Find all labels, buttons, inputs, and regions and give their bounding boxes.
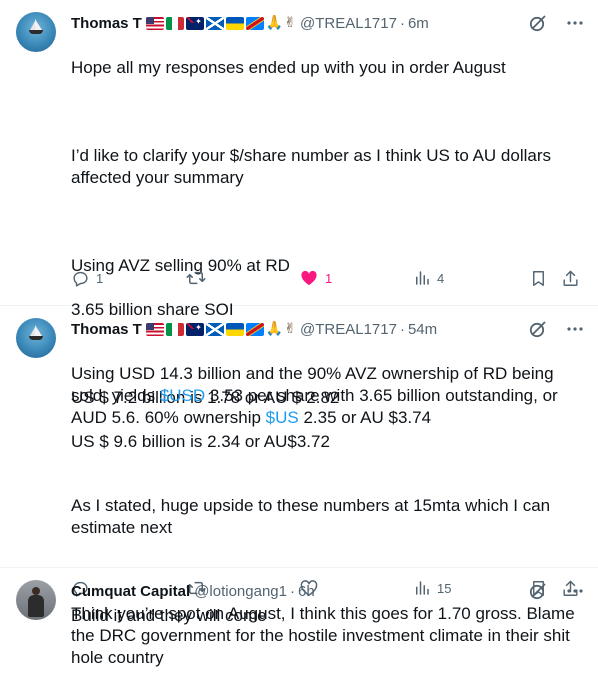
avatar-head — [32, 587, 40, 595]
victory-hand-icon: ✌ — [284, 321, 297, 337]
user-handle[interactable]: @TREAL1717 — [300, 15, 397, 32]
display-name[interactable]: Thomas T — [71, 321, 142, 338]
name-emojis: 🙏 ✌ — [145, 321, 297, 337]
views-button[interactable]: 4 — [413, 269, 444, 287]
avatar-boat — [29, 30, 43, 34]
ukraine-flag-icon — [225, 322, 244, 336]
bookmark-button[interactable] — [529, 269, 548, 288]
italy-flag-icon — [165, 322, 184, 336]
avatar-sail — [35, 19, 42, 30]
drc-flag-icon — [245, 322, 264, 336]
display-name[interactable]: Thomas T — [71, 15, 142, 32]
more-options-icon[interactable] — [566, 320, 584, 338]
grok-icon[interactable] — [528, 13, 548, 33]
reply-count: 1 — [96, 270, 104, 286]
view-count: 4 — [437, 270, 445, 286]
avatar[interactable] — [16, 318, 56, 358]
tweet-header: Cumquat Capital @lotiongang1 · 6h — [71, 580, 582, 602]
avatar-boat — [29, 336, 43, 340]
heart-filled-icon — [301, 270, 317, 286]
australia-flag-icon — [185, 16, 204, 30]
ukraine-flag-icon — [225, 16, 244, 30]
bookmark-icon — [533, 270, 544, 286]
reply-icon — [73, 271, 88, 287]
tweet-top-actions — [528, 319, 584, 339]
australia-flag-icon — [185, 322, 204, 336]
timestamp[interactable]: 6h — [298, 583, 315, 600]
timestamp[interactable]: 54m — [408, 321, 437, 338]
text-line: I’d like to clarify your $/share number … — [71, 146, 551, 187]
avatar[interactable] — [16, 580, 56, 620]
tweet-header: Thomas T 🙏 ✌ @TREAL1717 · 54m — [71, 318, 582, 340]
like-button[interactable]: 1 — [299, 268, 332, 288]
action-bar: 1 1 4 — [71, 268, 582, 288]
us-flag-icon — [145, 322, 164, 336]
views-bar-chart-icon — [416, 271, 429, 285]
victory-hand-icon: ✌ — [284, 15, 297, 31]
like-count: 1 — [325, 270, 333, 286]
tweet[interactable]: Thomas T 🙏 ✌ @TREAL1717 · 6m Hope all my… — [0, 0, 598, 451]
avatar-sail — [30, 21, 35, 30]
more-options-icon[interactable] — [566, 582, 584, 600]
folded-hands-icon: 🙏 — [265, 15, 284, 31]
scotland-flag-icon — [205, 322, 224, 336]
avatar[interactable] — [16, 12, 56, 52]
tweet[interactable]: Thomas T 🙏 ✌ @TREAL1717 · 54m Using USD … — [0, 306, 598, 625]
avatar-sail — [30, 327, 35, 336]
retweet-button[interactable] — [186, 268, 212, 288]
tweet-top-actions — [528, 13, 584, 33]
drc-flag-icon — [245, 16, 264, 30]
text-paragraph: As I stated, huge upside to these number… — [71, 496, 551, 537]
grok-icon[interactable] — [528, 319, 548, 339]
grok-icon[interactable] — [528, 581, 548, 601]
text-line: Hope all my responses ended up with you … — [71, 58, 506, 77]
avatar-sail — [35, 325, 42, 336]
share-icon — [563, 270, 578, 286]
display-name[interactable]: Cumquat Capital — [71, 583, 190, 600]
timestamp[interactable]: 6m — [408, 15, 429, 32]
separator-dot: · — [290, 582, 295, 600]
folded-hands-icon: 🙏 — [265, 321, 284, 337]
scotland-flag-icon — [205, 16, 224, 30]
text-paragraph: Using USD 14.3 billion and the 90% AVZ o… — [71, 363, 581, 429]
user-handle[interactable]: @TREAL1717 — [300, 321, 397, 338]
reply-button[interactable]: 1 — [71, 269, 103, 288]
text-span: 2.35 or AU $3.74 — [298, 408, 432, 427]
user-handle[interactable]: @lotiongang1 — [194, 583, 287, 600]
us-flag-icon — [145, 16, 164, 30]
share-button[interactable] — [561, 269, 580, 288]
italy-flag-icon — [165, 16, 184, 30]
tweet-feed: Thomas T 🙏 ✌ @TREAL1717 · 6m Hope all my… — [0, 0, 598, 676]
separator-dot: · — [399, 14, 405, 32]
separator-dot: · — [399, 320, 405, 338]
more-options-icon[interactable] — [566, 14, 584, 32]
retweet-icon — [186, 271, 206, 285]
cashtag-link[interactable]: $USD — [160, 386, 205, 405]
name-emojis: 🙏 ✌ — [145, 15, 297, 31]
avatar-body — [28, 595, 44, 617]
tweet[interactable]: Cumquat Capital @lotiongang1 · 6h Think … — [0, 568, 598, 676]
tweet-text: Think you’re spot on August, I think thi… — [71, 604, 575, 667]
tweet-header: Thomas T 🙏 ✌ @TREAL1717 · 6m — [71, 12, 582, 34]
cashtag-link[interactable]: $US — [266, 408, 299, 427]
tweet-top-actions — [528, 581, 584, 601]
